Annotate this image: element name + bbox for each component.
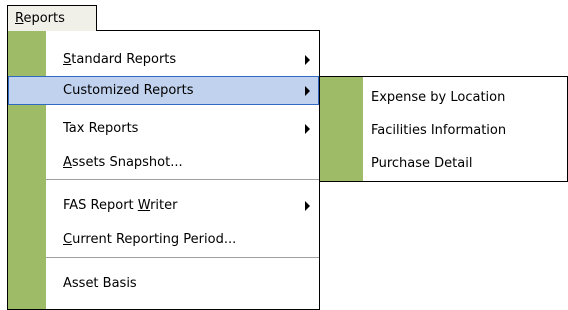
submenu-item-label: Facilities Information [371,123,507,138]
menu-item-customized-reports[interactable]: Customized Reports [8,76,319,105]
menu-item-assets-snapshot[interactable]: Assets Snapshot... [8,148,319,177]
submenu-item-purchase-detail[interactable]: Purchase Detail [320,149,567,178]
reports-dropdown-menu: Standard Reports Customized Reports Tax … [7,30,320,310]
submenu-arrow-icon [305,124,310,134]
menu-item-label: Customized Reports [63,83,194,98]
menu-item-standard-reports[interactable]: Standard Reports [8,45,319,74]
menu-item-label: Current Reporting Period... [63,232,237,247]
menu-item-label: Asset Basis [63,276,137,291]
reports-menu-title[interactable]: Reports [7,5,97,31]
submenu-item-facilities-information[interactable]: Facilities Information [320,116,567,145]
reports-menu-label-rest: eports [23,11,65,26]
customized-reports-submenu: Expense by Location Facilities Informati… [319,76,568,182]
submenu-item-label: Purchase Detail [371,156,473,171]
submenu-arrow-icon [305,55,310,65]
submenu-arrow-icon [305,86,310,96]
submenu-item-expense-by-location[interactable]: Expense by Location [320,83,567,112]
menu-separator [46,179,319,180]
menu-item-label: Tax Reports [63,121,139,136]
menu-item-label: Standard Reports [63,52,177,67]
menu-item-asset-basis[interactable]: Asset Basis [8,269,319,298]
menu-separator [46,257,319,258]
menu-item-label: FAS Report Writer [63,198,178,213]
submenu-item-label: Expense by Location [371,90,506,105]
menu-item-current-reporting-period[interactable]: Current Reporting Period... [8,225,319,254]
menu-item-label: Assets Snapshot... [63,155,183,170]
submenu-arrow-icon [305,201,310,211]
menu-item-tax-reports[interactable]: Tax Reports [8,114,319,143]
menu-item-fas-report-writer[interactable]: FAS Report Writer [8,191,319,220]
